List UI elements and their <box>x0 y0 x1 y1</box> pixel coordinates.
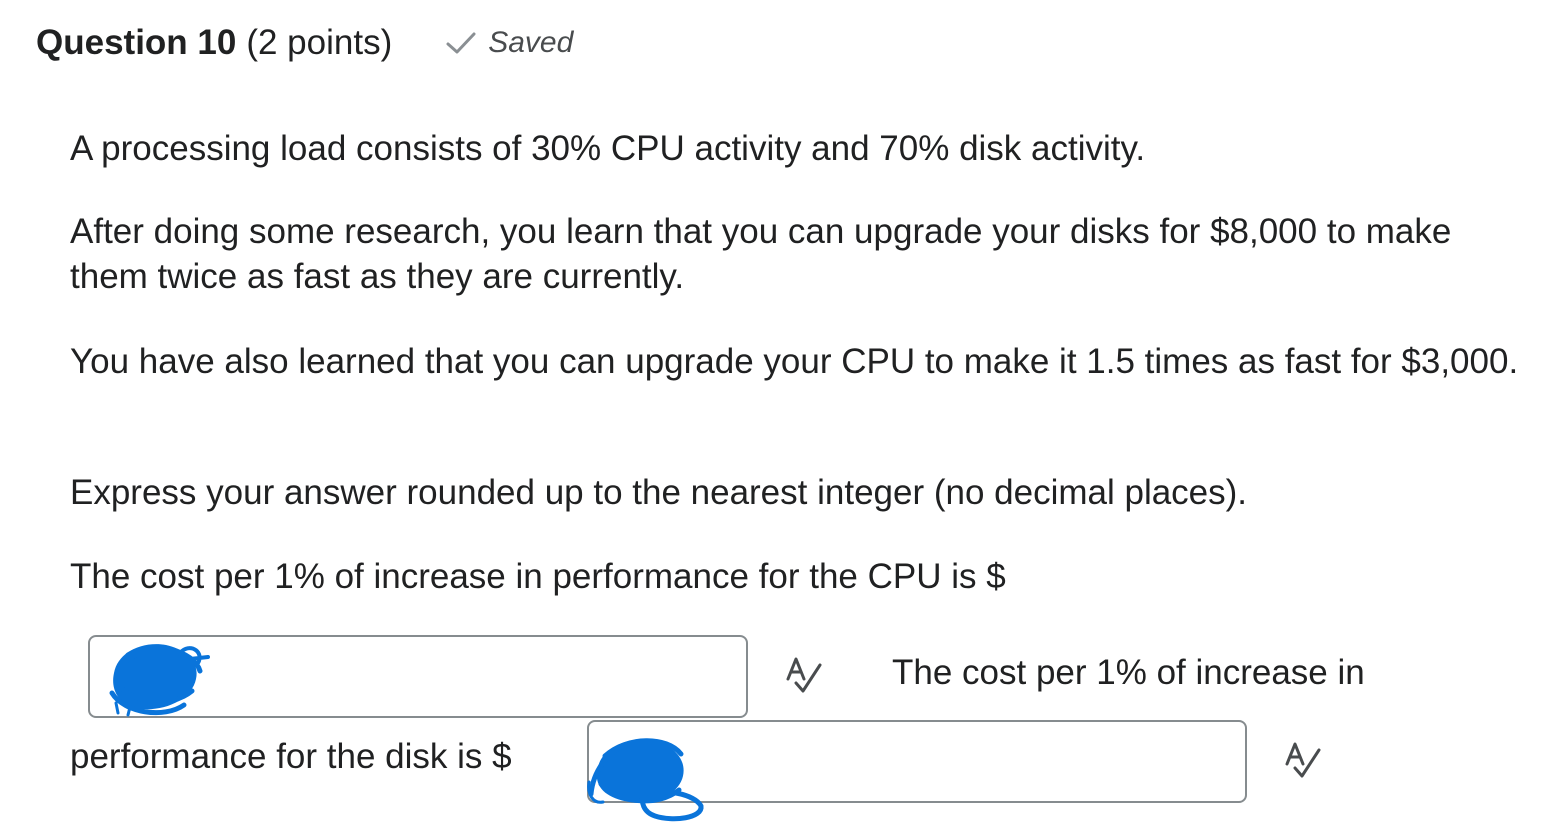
question-text-disk-prompt-part1: The cost per 1% of increase in <box>892 653 1365 692</box>
saved-label: Saved <box>488 26 574 59</box>
question-text-instructions: Express your answer rounded up to the ne… <box>70 473 1248 512</box>
question-title: Question 10 <box>36 23 237 62</box>
question-points: (2 points) <box>246 23 393 62</box>
spell-check-icon[interactable] <box>1281 738 1325 782</box>
question-text-load: A processing load consists of 30% CPU ac… <box>70 129 1146 168</box>
cpu-cost-answer-input[interactable] <box>88 635 748 718</box>
question-text-cpu-upgrade: You have also learned that you can upgra… <box>70 342 1519 381</box>
spell-check-icon[interactable] <box>782 653 826 697</box>
question-text-disk-prompt-part2: performance for the disk is $ <box>70 737 512 776</box>
saved-status: Saved <box>444 26 573 60</box>
question-text-disk-upgrade: After doing some research, you learn tha… <box>70 212 1452 296</box>
check-icon <box>446 32 476 54</box>
question-header: Question 10 (2 points) Saved <box>36 18 573 68</box>
question-text-cpu-prompt: The cost per 1% of increase in performan… <box>70 557 1006 596</box>
disk-cost-answer-input[interactable] <box>587 720 1247 803</box>
